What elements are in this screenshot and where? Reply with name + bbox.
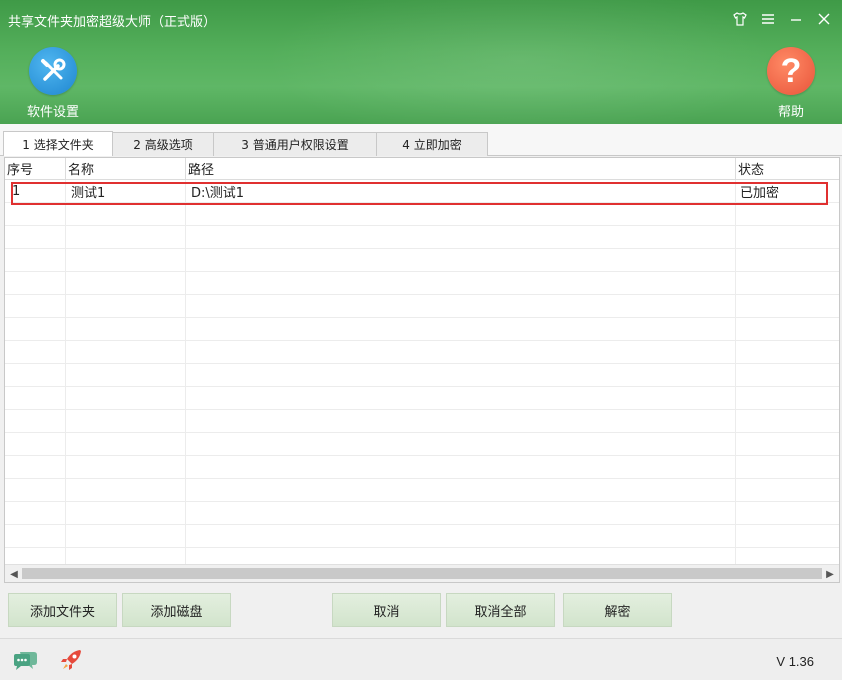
empty-row <box>5 203 839 226</box>
menu-icon[interactable] <box>758 8 778 30</box>
minimize-icon[interactable] <box>786 8 806 30</box>
folder-table: 序号 名称 路径 状态 1 测试1 D:\测试1 已加密 ◀ ▶ <box>4 157 840 583</box>
decrypt-button[interactable]: 解密 <box>563 593 672 627</box>
column-header-index[interactable]: 序号 <box>5 158 66 179</box>
empty-row <box>5 456 839 479</box>
tab-user-permissions[interactable]: 3 普通用户权限设置 <box>213 132 377 156</box>
title-bar: 共享文件夹加密超级大师（正式版） 软件设置 ? 帮助 <box>0 0 842 124</box>
column-header-status[interactable]: 状态 <box>736 158 839 179</box>
question-mark-icon: ? <box>767 47 815 95</box>
horizontal-scrollbar[interactable]: ◀ ▶ <box>5 564 839 582</box>
cancel-button[interactable]: 取消 <box>332 593 441 627</box>
empty-row <box>5 479 839 502</box>
column-header-name[interactable]: 名称 <box>66 158 186 179</box>
empty-row <box>5 502 839 525</box>
version-label: V 1.36 <box>776 654 814 669</box>
scroll-right-icon[interactable]: ▶ <box>823 567 837 581</box>
action-buttons: 添加文件夹 添加磁盘 取消 取消全部 解密 <box>0 593 842 629</box>
add-disk-button[interactable]: 添加磁盘 <box>122 593 231 627</box>
empty-row <box>5 249 839 272</box>
skin-shirt-icon[interactable] <box>730 8 750 30</box>
tab-bar: 1 选择文件夹 2 高级选项 3 普通用户权限设置 4 立即加密 <box>0 124 842 156</box>
help-tool[interactable]: ? 帮助 <box>751 47 831 120</box>
cancel-all-button[interactable]: 取消全部 <box>446 593 555 627</box>
empty-row <box>5 525 839 548</box>
settings-tool[interactable]: 软件设置 <box>13 47 93 120</box>
table-body: 1 测试1 D:\测试1 已加密 <box>5 180 839 571</box>
help-label: 帮助 <box>777 105 804 120</box>
settings-label: 软件设置 <box>26 105 79 120</box>
table-header: 序号 名称 路径 状态 <box>5 158 839 180</box>
empty-row <box>5 387 839 410</box>
empty-row <box>5 341 839 364</box>
empty-row <box>5 295 839 318</box>
tab-advanced-options[interactable]: 2 高级选项 <box>112 132 214 156</box>
scroll-left-icon[interactable]: ◀ <box>7 567 21 581</box>
column-header-path[interactable]: 路径 <box>186 158 736 179</box>
window-controls <box>730 8 834 30</box>
tab-select-folder[interactable]: 1 选择文件夹 <box>3 131 113 156</box>
empty-row <box>5 318 839 341</box>
wrench-screwdriver-icon <box>29 47 77 95</box>
close-icon[interactable] <box>814 8 834 30</box>
add-folder-button[interactable]: 添加文件夹 <box>8 593 117 627</box>
empty-row <box>5 226 839 249</box>
empty-row <box>5 410 839 433</box>
window-title: 共享文件夹加密超级大师（正式版） <box>8 15 217 30</box>
rocket-icon[interactable] <box>58 647 84 677</box>
empty-row <box>5 272 839 295</box>
scroll-thumb[interactable] <box>22 568 822 579</box>
selected-row-highlight <box>11 182 828 205</box>
empty-row <box>5 364 839 387</box>
status-bar: V 1.36 <box>0 638 842 680</box>
chat-bubble-icon[interactable] <box>11 649 39 677</box>
tab-encrypt-now[interactable]: 4 立即加密 <box>376 132 488 156</box>
empty-row <box>5 433 839 456</box>
